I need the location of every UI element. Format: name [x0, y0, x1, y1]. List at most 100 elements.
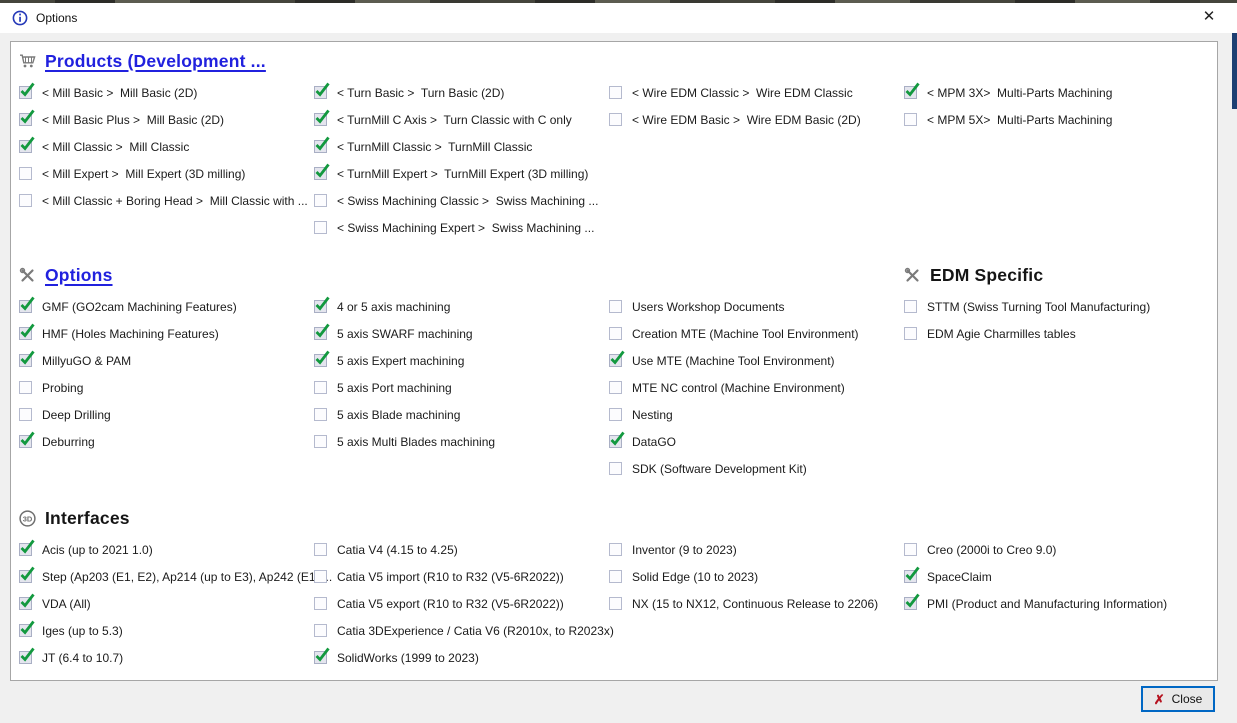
- checked-checkbox[interactable]: [314, 651, 327, 664]
- checkbox-item[interactable]: PMI (Product and Manufacturing Informati…: [904, 590, 1199, 617]
- checkbox-item[interactable]: SpaceClaim: [904, 563, 1199, 590]
- checkbox-item[interactable]: 5 axis Blade machining: [314, 401, 609, 428]
- unchecked-checkbox[interactable]: [314, 194, 327, 207]
- unchecked-checkbox[interactable]: [904, 300, 917, 313]
- checkbox-item[interactable]: MTE NC control (Machine Environment): [609, 374, 904, 401]
- unchecked-checkbox[interactable]: [314, 381, 327, 394]
- checkbox-item[interactable]: < TurnMill Classic > TurnMill Classic: [314, 133, 609, 160]
- checkbox-item[interactable]: < Mill Classic + Boring Head > Mill Clas…: [19, 187, 314, 214]
- unchecked-checkbox[interactable]: [609, 597, 622, 610]
- checkbox-item[interactable]: 5 axis Multi Blades machining: [314, 428, 609, 455]
- checkbox-item[interactable]: < MPM 3X> Multi-Parts Machining: [904, 79, 1199, 106]
- unchecked-checkbox[interactable]: [19, 167, 32, 180]
- unchecked-checkbox[interactable]: [904, 543, 917, 556]
- checked-checkbox[interactable]: [314, 327, 327, 340]
- checkbox-item[interactable]: Deburring: [19, 428, 314, 455]
- checked-checkbox[interactable]: [314, 167, 327, 180]
- checkbox-item[interactable]: < Wire EDM Basic > Wire EDM Basic (2D): [609, 106, 904, 133]
- checkbox-item[interactable]: NX (15 to NX12, Continuous Release to 22…: [609, 590, 904, 617]
- checkbox-item[interactable]: Deep Drilling: [19, 401, 314, 428]
- checkbox-item[interactable]: < Wire EDM Classic > Wire EDM Classic: [609, 79, 904, 106]
- checkbox-item[interactable]: < TurnMill Expert > TurnMill Expert (3D …: [314, 160, 609, 187]
- checkbox-item[interactable]: Catia V5 import (R10 to R32 (V5-6R2022)): [314, 563, 609, 590]
- unchecked-checkbox[interactable]: [314, 221, 327, 234]
- checkbox-item[interactable]: Users Workshop Documents: [609, 293, 904, 320]
- checked-checkbox[interactable]: [19, 543, 32, 556]
- checkbox-item[interactable]: STTM (Swiss Turning Tool Manufacturing): [904, 293, 1199, 320]
- checked-checkbox[interactable]: [609, 354, 622, 367]
- checked-checkbox[interactable]: [314, 113, 327, 126]
- unchecked-checkbox[interactable]: [609, 113, 622, 126]
- checkbox-item[interactable]: Nesting: [609, 401, 904, 428]
- checkbox-item[interactable]: 5 axis SWARF machining: [314, 320, 609, 347]
- checkbox-item[interactable]: GMF (GO2cam Machining Features): [19, 293, 314, 320]
- unchecked-checkbox[interactable]: [314, 597, 327, 610]
- checkbox-item[interactable]: Inventor (9 to 2023): [609, 536, 904, 563]
- checkbox-item[interactable]: < Swiss Machining Classic > Swiss Machin…: [314, 187, 609, 214]
- checkbox-item[interactable]: Solid Edge (10 to 2023): [609, 563, 904, 590]
- checkbox-item[interactable]: Creo (2000i to Creo 9.0): [904, 536, 1199, 563]
- checked-checkbox[interactable]: [19, 140, 32, 153]
- checked-checkbox[interactable]: [19, 86, 32, 99]
- close-button[interactable]: ✗ Close: [1141, 686, 1215, 712]
- products-header[interactable]: Products (Development ...: [19, 46, 1199, 76]
- checkbox-item[interactable]: SDK (Software Development Kit): [609, 455, 904, 482]
- checkbox-item[interactable]: DataGO: [609, 428, 904, 455]
- checkbox-item[interactable]: HMF (Holes Machining Features): [19, 320, 314, 347]
- checked-checkbox[interactable]: [904, 86, 917, 99]
- unchecked-checkbox[interactable]: [609, 462, 622, 475]
- unchecked-checkbox[interactable]: [314, 543, 327, 556]
- checked-checkbox[interactable]: [19, 113, 32, 126]
- checked-checkbox[interactable]: [904, 597, 917, 610]
- checkbox-item[interactable]: < MPM 5X> Multi-Parts Machining: [904, 106, 1199, 133]
- checkbox-item[interactable]: < Mill Classic > Mill Classic: [19, 133, 314, 160]
- checked-checkbox[interactable]: [19, 624, 32, 637]
- unchecked-checkbox[interactable]: [314, 624, 327, 637]
- checkbox-item[interactable]: Acis (up to 2021 1.0): [19, 536, 314, 563]
- checkbox-item[interactable]: VDA (All): [19, 590, 314, 617]
- checked-checkbox[interactable]: [19, 435, 32, 448]
- checked-checkbox[interactable]: [19, 354, 32, 367]
- checked-checkbox[interactable]: [19, 327, 32, 340]
- checkbox-item[interactable]: MillyuGO & PAM: [19, 347, 314, 374]
- unchecked-checkbox[interactable]: [609, 408, 622, 421]
- unchecked-checkbox[interactable]: [609, 570, 622, 583]
- checked-checkbox[interactable]: [314, 300, 327, 313]
- checkbox-item[interactable]: Creation MTE (Machine Tool Environment): [609, 320, 904, 347]
- checkbox-item[interactable]: Use MTE (Machine Tool Environment): [609, 347, 904, 374]
- checkbox-item[interactable]: Probing: [19, 374, 314, 401]
- checkbox-item[interactable]: < Swiss Machining Expert > Swiss Machini…: [314, 214, 609, 241]
- checkbox-item[interactable]: EDM Agie Charmilles tables: [904, 320, 1199, 347]
- checkbox-item[interactable]: 5 axis Expert machining: [314, 347, 609, 374]
- checkbox-item[interactable]: < Mill Basic > Mill Basic (2D): [19, 79, 314, 106]
- unchecked-checkbox[interactable]: [314, 408, 327, 421]
- checkbox-item[interactable]: 5 axis Port machining: [314, 374, 609, 401]
- unchecked-checkbox[interactable]: [609, 381, 622, 394]
- checkbox-item[interactable]: 4 or 5 axis machining: [314, 293, 609, 320]
- unchecked-checkbox[interactable]: [609, 86, 622, 99]
- checkbox-item[interactable]: JT (6.4 to 10.7): [19, 644, 314, 671]
- unchecked-checkbox[interactable]: [314, 570, 327, 583]
- checkbox-item[interactable]: Iges (up to 5.3): [19, 617, 314, 644]
- unchecked-checkbox[interactable]: [19, 381, 32, 394]
- unchecked-checkbox[interactable]: [904, 113, 917, 126]
- unchecked-checkbox[interactable]: [609, 543, 622, 556]
- checkbox-item[interactable]: SolidWorks (1999 to 2023): [314, 644, 609, 671]
- checked-checkbox[interactable]: [314, 354, 327, 367]
- checkbox-item[interactable]: < TurnMill C Axis > Turn Classic with C …: [314, 106, 609, 133]
- unchecked-checkbox[interactable]: [314, 435, 327, 448]
- checked-checkbox[interactable]: [19, 651, 32, 664]
- checked-checkbox[interactable]: [19, 570, 32, 583]
- checkbox-item[interactable]: Catia 3DExperience / Catia V6 (R2010x, t…: [314, 617, 609, 644]
- checked-checkbox[interactable]: [904, 570, 917, 583]
- options-header[interactable]: Options: [19, 260, 904, 290]
- checkbox-item[interactable]: < Mill Basic Plus > Mill Basic (2D): [19, 106, 314, 133]
- unchecked-checkbox[interactable]: [19, 194, 32, 207]
- checked-checkbox[interactable]: [19, 300, 32, 313]
- checked-checkbox[interactable]: [609, 435, 622, 448]
- checkbox-item[interactable]: < Turn Basic > Turn Basic (2D): [314, 79, 609, 106]
- window-close-icon[interactable]: ✕: [1197, 4, 1221, 28]
- checkbox-item[interactable]: Catia V5 export (R10 to R32 (V5-6R2022)): [314, 590, 609, 617]
- unchecked-checkbox[interactable]: [609, 327, 622, 340]
- unchecked-checkbox[interactable]: [904, 327, 917, 340]
